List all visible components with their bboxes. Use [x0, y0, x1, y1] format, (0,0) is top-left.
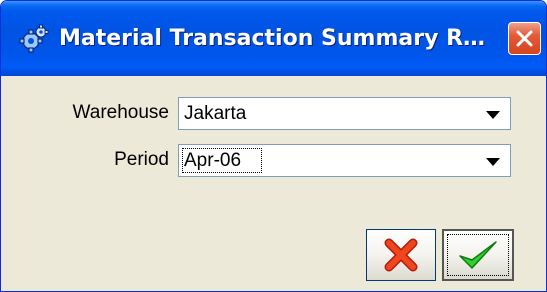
close-icon [516, 30, 533, 47]
period-dropdown[interactable]: Apr-06 [178, 144, 511, 177]
green-check-icon [459, 241, 497, 269]
chevron-down-icon[interactable] [486, 111, 500, 119]
chevron-down-icon[interactable] [486, 158, 500, 166]
title-bar[interactable]: Material Transaction Summary R… [1, 1, 546, 76]
dialog-window: Material Transaction Summary R… Warehous… [0, 0, 547, 292]
period-value: Apr-06 [184, 150, 242, 171]
warehouse-label: Warehouse [72, 102, 169, 123]
red-x-icon [384, 238, 418, 272]
gears-icon [19, 24, 49, 53]
window-title: Material Transaction Summary R… [59, 26, 486, 51]
close-button[interactable] [508, 22, 541, 55]
warehouse-dropdown[interactable]: Jakarta [178, 97, 511, 130]
warehouse-value: Jakarta [184, 103, 247, 124]
cancel-button[interactable] [366, 229, 436, 281]
period-label: Period [114, 149, 169, 170]
ok-button[interactable] [442, 229, 514, 281]
